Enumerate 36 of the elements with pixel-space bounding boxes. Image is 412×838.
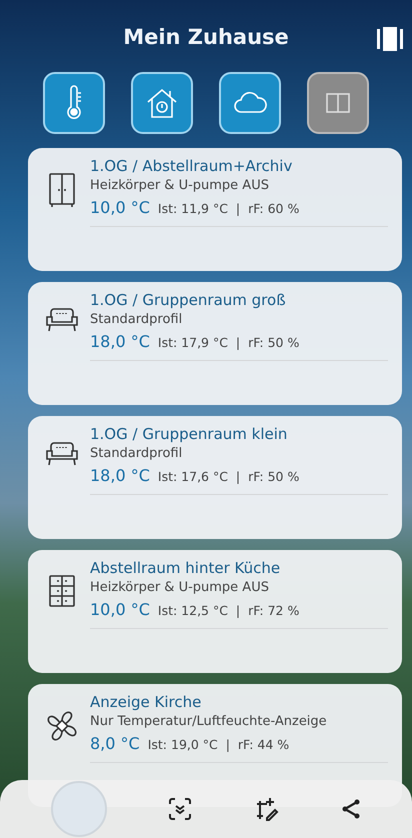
room-card[interactable]: 1.OG / Abstellraum+Archiv Heizkörper & U-pumpe AUS 10,0 °C Ist: 11,9 °C | rF: 60 % <box>28 148 402 271</box>
room-reading: Ist: 17,6 °C | rF: 50 % <box>158 469 300 484</box>
scan-icon[interactable] <box>168 797 192 821</box>
room-profile: Heizkörper & U-pumpe AUS <box>90 177 270 195</box>
room-name: Anzeige Kirche <box>90 693 202 712</box>
room-name: 1.OG / Gruppenraum klein <box>90 425 288 444</box>
mode-tile[interactable] <box>43 72 105 134</box>
room-name: 1.OG / Gruppenraum groß <box>90 291 287 310</box>
room-reading: Ist: 11,9 °C | rF: 60 % <box>158 201 300 216</box>
room-card[interactable]: 1.OG / Gruppenraum groß Standardprofil 18,0 °C Ist: 17,9 °C | rF: 50 % <box>28 282 402 405</box>
mode-tile[interactable] <box>307 72 369 134</box>
room-profile: Heizkörper & U-pumpe AUS <box>90 579 270 597</box>
room-reading: Ist: 19,0 °C | rF: 44 % <box>148 737 290 752</box>
share-icon[interactable] <box>340 798 362 820</box>
screen-title: Mein Zuhause <box>123 25 289 49</box>
setpoint-temperature: 10,0 °C <box>90 600 150 619</box>
mode-tile[interactable] <box>219 72 281 134</box>
room-reading: Ist: 12,5 °C | rF: 72 % <box>158 603 300 618</box>
house-icon <box>145 86 179 120</box>
room-profile: Nur Temperatur/Luftfeuchte-Anzeige <box>90 713 328 731</box>
room-name: Abstellraum hinter Küche <box>90 559 282 578</box>
room-reading: Ist: 17,9 °C | rF: 50 % <box>158 335 300 350</box>
mode-tile[interactable] <box>131 72 193 134</box>
setpoint-temperature: 18,0 °C <box>90 466 150 485</box>
window-icon <box>325 92 351 114</box>
setpoint-temperature: 18,0 °C <box>90 332 150 351</box>
room-name: 1.OG / Abstellraum+Archiv <box>90 157 294 176</box>
cabinet-icon <box>47 171 77 209</box>
room-card[interactable]: Abstellraum hinter Küche Heizkörper & U-pumpe AUS 10,0 °C Ist: 12,5 °C | rF: 72 % <box>28 550 402 673</box>
setpoint-temperature: 10,0 °C <box>90 198 150 217</box>
setpoint-temperature: 8,0 °C <box>90 734 140 753</box>
room-profile: Standardprofil <box>90 445 184 463</box>
cloud-icon <box>232 90 268 116</box>
room-card[interactable]: 1.OG / Gruppenraum klein Standardprofil 18,0 °C Ist: 17,6 °C | rF: 50 % <box>28 416 402 539</box>
layout-icon[interactable] <box>376 26 404 52</box>
room-profile: Standardprofil <box>90 311 184 329</box>
